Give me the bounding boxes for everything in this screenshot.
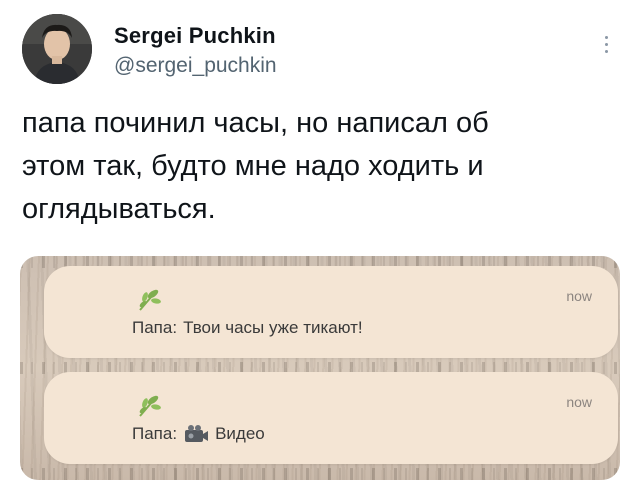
tweet-text-line: оглядываться. bbox=[22, 193, 216, 225]
notification-time: now bbox=[566, 288, 592, 304]
author-handle[interactable]: @sergei_puchkin bbox=[114, 54, 277, 78]
notification-message: Папа: Твои часы уже тикают! bbox=[132, 318, 363, 338]
notification-text: Твои часы уже тикают! bbox=[183, 318, 363, 337]
video-camera-icon bbox=[185, 425, 209, 442]
avatar[interactable] bbox=[22, 14, 92, 84]
tweet-text-line: папа починил часы, но написал об bbox=[22, 107, 489, 139]
notification-message: Папа: Видео bbox=[132, 424, 265, 444]
tweet-text-line: этом так, будто мне надо ходить и bbox=[22, 150, 484, 182]
more-options-icon[interactable] bbox=[596, 30, 616, 58]
leaf-icon bbox=[139, 289, 161, 311]
author-display-name[interactable]: Sergei Puchkin bbox=[114, 23, 276, 49]
tweet-header: Sergei Puchkin @sergei_puchkin bbox=[22, 14, 622, 84]
notification-time: now bbox=[566, 394, 592, 410]
tweet-text: папа починил часы, но написал об этом та… bbox=[22, 102, 612, 231]
tweet-media-image[interactable]: now Папа: Твои часы уже тикают! now Папа… bbox=[20, 256, 620, 480]
notification-sender: Папа: bbox=[132, 318, 178, 337]
notification-text: Видео bbox=[215, 424, 265, 443]
background-strip bbox=[20, 468, 620, 480]
notification-sender: Папа: bbox=[132, 424, 178, 443]
leaf-icon bbox=[139, 395, 161, 417]
notification-card: now Папа: Твои часы уже тикают! bbox=[44, 266, 618, 358]
notification-card: now Папа: Видео bbox=[44, 372, 618, 464]
